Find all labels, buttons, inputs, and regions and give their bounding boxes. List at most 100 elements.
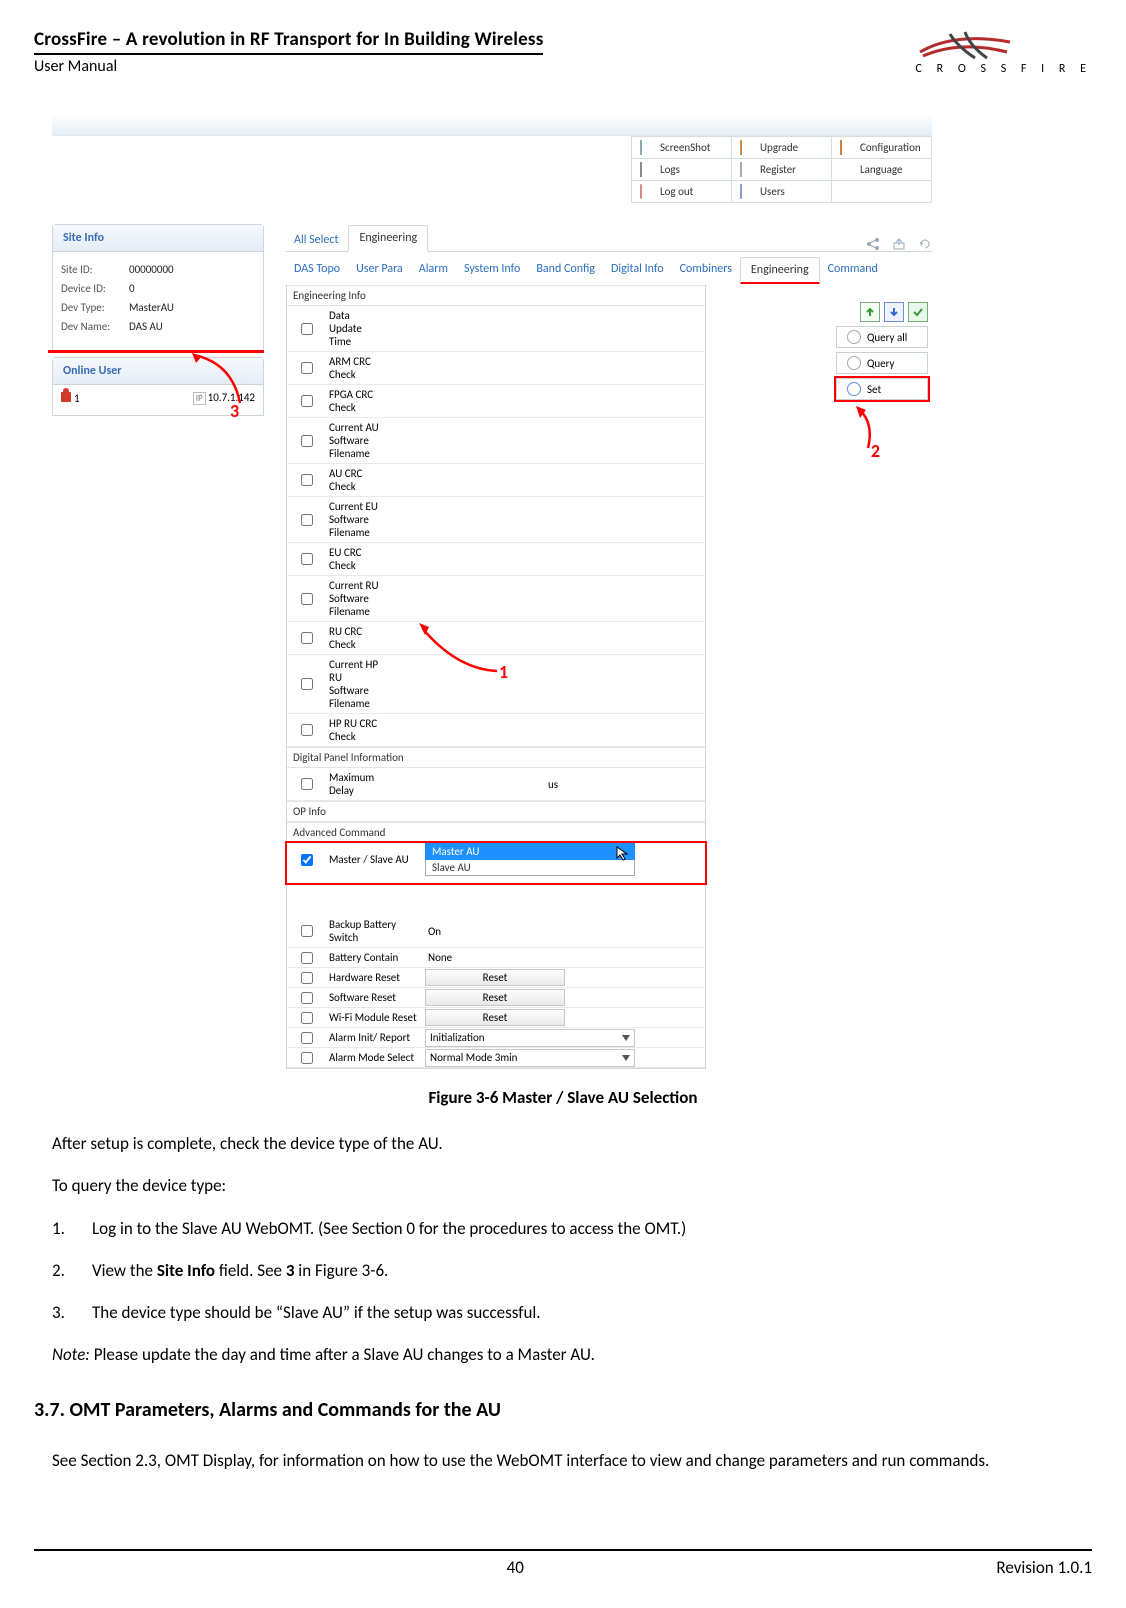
row-label: FPGA CRC Check [327, 385, 385, 417]
das-topo-tab[interactable]: DAS Topo [286, 256, 348, 283]
refresh-icon[interactable] [918, 237, 932, 251]
paragraph: After setup is complete, check the devic… [52, 1128, 1092, 1160]
dev-type-label: Dev Type: [61, 301, 123, 314]
user-para-tab[interactable]: User Para [348, 256, 411, 283]
language-button[interactable]: Language [832, 159, 932, 181]
all-select-link[interactable]: All Select [286, 229, 346, 251]
user-icon [61, 392, 71, 402]
max-delay-unit: us [545, 776, 705, 793]
figure-screenshot: ScreenShot Upgrade Configuration Logs Re… [52, 114, 932, 1069]
users-button[interactable]: Users [732, 181, 832, 203]
query-all-button[interactable]: Query all [836, 326, 928, 348]
row-label: ARM CRC Check [327, 352, 385, 384]
paragraph: To query the device type: [52, 1170, 1092, 1202]
alarm-mode-row: Alarm Mode Select Normal Mode 3min [287, 1048, 705, 1068]
list-item: 3.The device type should be “Slave AU” i… [52, 1297, 1092, 1329]
row-checkbox[interactable] [301, 593, 313, 605]
row-checkbox[interactable] [301, 474, 313, 486]
row-label: HP RU CRC Check [327, 714, 385, 746]
row-checkbox[interactable] [301, 678, 313, 690]
device-id-label: Device ID: [61, 282, 123, 295]
doc-title: CrossFire – A revolution in RF Transport… [34, 28, 543, 51]
annotation-label-2: 2 [871, 440, 880, 462]
master-slave-dropdown[interactable]: Master AU Slave AU [425, 843, 635, 876]
system-info-tab[interactable]: System Info [456, 256, 528, 283]
backup-battery-checkbox[interactable] [301, 925, 313, 937]
note-paragraph: Note: Please update the day and time aft… [52, 1339, 1092, 1371]
master-slave-checkbox[interactable] [301, 854, 313, 866]
alarm-tab[interactable]: Alarm [411, 256, 456, 283]
table-row: AU CRC Check [287, 464, 705, 497]
modem-type-row: Modem Type [287, 895, 705, 915]
doc-subtitle: User Manual [34, 57, 543, 76]
slave-au-option[interactable]: Slave AU [425, 860, 635, 876]
site-id-label: Site ID: [61, 263, 123, 276]
logs-button[interactable]: Logs [632, 159, 732, 181]
page-number: 40 [34, 1557, 996, 1578]
row-checkbox[interactable] [301, 323, 313, 335]
gear-icon [840, 140, 842, 155]
wifi-reset-row: Wi-Fi Module Reset Reset [287, 1008, 705, 1028]
list-item: 2.View the Site Info field. See 3 in Fig… [52, 1255, 1092, 1287]
paragraph: See Section 2.3, OMT Display, for inform… [52, 1442, 1092, 1479]
table-row: Current AU Software Filename [287, 418, 705, 464]
annotation-arrow-1 [417, 621, 507, 681]
download-chip[interactable] [884, 302, 904, 322]
folder-icon [740, 140, 742, 155]
command-tab[interactable]: Command [820, 256, 886, 283]
document-icon [740, 162, 742, 177]
register-button[interactable]: Register [732, 159, 832, 181]
alarm-init-checkbox[interactable] [301, 1032, 313, 1044]
query-button[interactable]: Query [836, 352, 928, 374]
sw-reset-button[interactable]: Reset [425, 989, 565, 1006]
upload-chip[interactable] [860, 302, 880, 322]
engineering-subtab[interactable]: Engineering [740, 257, 820, 284]
check-chip[interactable] [908, 302, 928, 322]
users-icon [740, 184, 742, 199]
wifi-reset-button[interactable]: Reset [425, 1009, 565, 1026]
search-icon [847, 330, 861, 344]
max-delay-checkbox[interactable] [301, 778, 313, 790]
row-checkbox[interactable] [301, 395, 313, 407]
engineering-tab[interactable]: Engineering [348, 225, 428, 252]
brand-name: C R O S S F I R E [915, 62, 1092, 76]
row-checkbox[interactable] [301, 362, 313, 374]
logout-button[interactable]: Log out [632, 181, 732, 203]
battery-contain-checkbox[interactable] [301, 952, 313, 964]
screenshot-button[interactable]: ScreenShot [632, 137, 732, 159]
export-icon[interactable] [892, 237, 906, 251]
combiners-tab[interactable]: Combiners [672, 256, 740, 283]
hw-reset-checkbox[interactable] [301, 972, 313, 984]
set-button[interactable]: Set [836, 378, 928, 400]
max-delay-row: Maximum Delay us [287, 768, 705, 801]
op-info-section: OP Info [287, 801, 705, 822]
doc-header: CrossFire – A revolution in RF Transport… [34, 28, 1092, 76]
row-label: Current EU Software Filename [327, 497, 385, 542]
master-slave-row: Master / Slave AU Master AU Slave AU [287, 843, 705, 876]
row-label: Current RU Software Filename [327, 576, 385, 621]
digital-info-tab[interactable]: Digital Info [603, 256, 672, 283]
row-checkbox[interactable] [301, 553, 313, 565]
modem-type-checkbox[interactable] [301, 899, 313, 911]
annotation-label-3: 3 [230, 400, 239, 422]
table-row: HP RU CRC Check [287, 714, 705, 747]
alarm-init-select[interactable]: Initialization [425, 1029, 635, 1047]
wifi-reset-checkbox[interactable] [301, 1012, 313, 1024]
alarm-mode-select[interactable]: Normal Mode 3min [425, 1049, 635, 1067]
row-checkbox[interactable] [301, 435, 313, 447]
row-checkbox[interactable] [301, 724, 313, 736]
revision-label: Revision 1.0.1 [996, 1557, 1092, 1578]
table-row: Current RU Software Filename [287, 576, 705, 622]
alarm-mode-checkbox[interactable] [301, 1052, 313, 1064]
upgrade-button[interactable]: Upgrade [732, 137, 832, 159]
band-config-tab[interactable]: Band Config [528, 256, 603, 283]
dev-name-value: DAS AU [129, 320, 163, 333]
sw-reset-checkbox[interactable] [301, 992, 313, 1004]
gear-icon [847, 382, 861, 396]
row-checkbox[interactable] [301, 632, 313, 644]
row-label: EU CRC Check [327, 543, 385, 575]
configuration-button[interactable]: Configuration [832, 137, 932, 159]
hw-reset-button[interactable]: Reset [425, 969, 565, 986]
share-icon[interactable] [866, 237, 880, 251]
row-checkbox[interactable] [301, 514, 313, 526]
